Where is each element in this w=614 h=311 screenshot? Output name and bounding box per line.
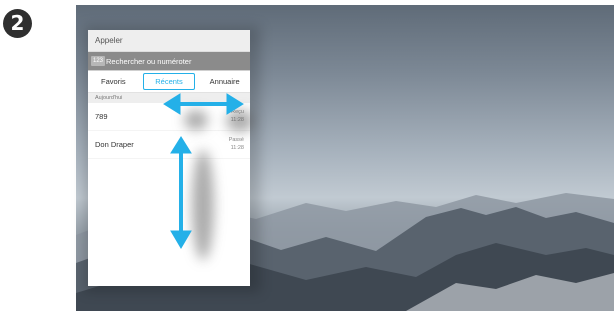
call-panel: Appeler 123 Rechercher ou numéroter Favo… (88, 30, 250, 286)
swipe-hint-blur (192, 150, 214, 260)
call-name: 789 (95, 112, 108, 121)
call-meta: Passé 11:28 (229, 136, 244, 152)
search-input[interactable]: 123 Rechercher ou numéroter (88, 52, 250, 71)
keypad-button[interactable]: 123 (91, 56, 106, 66)
call-name: Don Draper (95, 140, 134, 149)
tab-bar: Favoris Récents Annuaire (88, 71, 250, 93)
swipe-hint-blur (184, 110, 208, 130)
panel-title: Appeler (88, 30, 250, 52)
section-label-today: Aujourd'hui (88, 93, 250, 103)
recent-call-row[interactable]: Don Draper Passé 11:28 (88, 131, 250, 159)
tab-favoris[interactable]: Favoris (88, 74, 139, 89)
tab-recents[interactable]: Récents (142, 73, 196, 90)
swipe-hint-blur (226, 110, 254, 132)
call-time: 11:28 (230, 145, 244, 151)
call-status: Passé (228, 137, 244, 143)
tab-annuaire[interactable]: Annuaire (199, 74, 250, 89)
step-number-badge: 2 (3, 9, 32, 38)
search-placeholder: Rechercher ou numéroter (106, 56, 192, 66)
